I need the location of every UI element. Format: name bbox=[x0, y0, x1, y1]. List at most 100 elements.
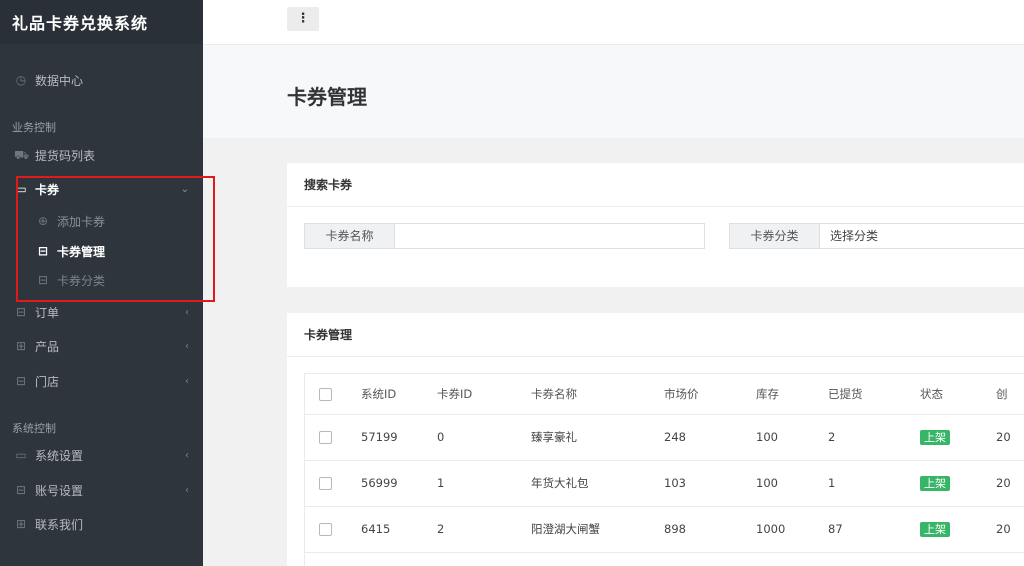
sidebar-item-coupon-category[interactable]: ⊟ 卡券分类 bbox=[0, 265, 203, 295]
cell-picked: 2 bbox=[828, 414, 920, 461]
coupon-name-field: 卡券名称 bbox=[304, 223, 705, 249]
section-system: 系统控制 bbox=[12, 422, 56, 435]
table-row[interactable]: 57199 0 臻享豪礼 248 100 2 上架 20 bbox=[305, 414, 1024, 461]
cell-sys-id: 57199 bbox=[343, 414, 437, 461]
col-picked: 已提货 bbox=[828, 374, 920, 415]
coupon-table-wrapper: 系统ID 卡券ID 卡券名称 市场价 库存 已提货 状态 创 57199 0 臻… bbox=[304, 373, 1024, 566]
sidebar-item-label: 账号设置 bbox=[35, 483, 84, 498]
card-icon: ▭ bbox=[15, 182, 27, 196]
inbox-icon: ⊟ bbox=[15, 374, 27, 388]
gift-icon: ⊞ bbox=[15, 517, 27, 531]
cell-price: 248 bbox=[664, 414, 756, 461]
more-menu-button[interactable]: ⋮ bbox=[287, 7, 319, 31]
col-created: 创 bbox=[996, 374, 1024, 415]
row-checkbox[interactable] bbox=[319, 477, 332, 490]
coupon-category-select[interactable]: 选择分类 bbox=[820, 224, 1024, 248]
cell-card-id: 1 bbox=[437, 460, 531, 507]
cell-price: 898 bbox=[664, 506, 756, 553]
search-panel: 搜索卡券 卡券名称 卡券分类 选择分类 bbox=[287, 163, 1024, 287]
coupon-category-label: 卡券分类 bbox=[730, 224, 820, 248]
cell-created: 20 bbox=[996, 414, 1024, 461]
cell-picked: 1 bbox=[828, 460, 920, 507]
inbox-icon: ⊟ bbox=[37, 244, 49, 258]
coupon-table: 系统ID 卡券ID 卡券名称 市场价 库存 已提货 状态 创 57199 0 臻… bbox=[305, 374, 1024, 553]
sidebar-item-products[interactable]: ⊞ 产品 ‹ bbox=[0, 331, 203, 361]
row-checkbox[interactable] bbox=[319, 431, 332, 444]
col-stock: 库存 bbox=[756, 374, 828, 415]
sidebar-item-label: 系统设置 bbox=[35, 448, 84, 463]
inbox-icon: ⊟ bbox=[37, 273, 49, 287]
app-title: 礼品卡券兑换系统 bbox=[0, 0, 203, 44]
cell-stock: 100 bbox=[756, 460, 828, 507]
inbox-icon: ⊟ bbox=[15, 305, 27, 319]
cell-card-name: 臻享豪礼 bbox=[531, 414, 664, 461]
cell-card-name: 年货大礼包 bbox=[531, 460, 664, 507]
col-price: 市场价 bbox=[664, 374, 756, 415]
coupon-name-input[interactable] bbox=[395, 224, 704, 248]
sidebar-item-label: 卡券分类 bbox=[57, 273, 106, 288]
coupon-name-label: 卡券名称 bbox=[305, 224, 395, 248]
cell-card-id: 0 bbox=[437, 414, 531, 461]
chevron-left-icon: ‹ bbox=[185, 375, 189, 387]
dashboard-icon: ◷ bbox=[15, 73, 27, 87]
sidebar-item-orders[interactable]: ⊟ 订单 ‹ bbox=[0, 297, 203, 327]
coupon-table-panel: 卡券管理 系统ID 卡券ID 卡券名称 市场价 库存 已提货 状态 创 5719… bbox=[287, 313, 1024, 566]
cell-created: 20 bbox=[996, 460, 1024, 507]
table-panel-title: 卡券管理 bbox=[287, 313, 1024, 357]
row-checkbox[interactable] bbox=[319, 523, 332, 536]
sidebar-item-label: 订单 bbox=[35, 305, 60, 320]
sidebar-item-label: 卡券管理 bbox=[57, 244, 106, 259]
sidebar-item-pickup-list[interactable]: ⛟ 提货码列表 bbox=[0, 140, 203, 170]
sidebar-item-contact[interactable]: ⊞ 联系我们 bbox=[0, 509, 203, 539]
card-icon: ▭ bbox=[15, 448, 27, 462]
cell-sys-id: 6415 bbox=[343, 506, 437, 553]
sidebar-item-account-settings[interactable]: ⊟ 账号设置 ‹ bbox=[0, 475, 203, 505]
cart-icon: ⛟ bbox=[14, 148, 30, 162]
sidebar-item-system-settings[interactable]: ▭ 系统设置 ‹ bbox=[0, 440, 203, 470]
sidebar-item-label: 数据中心 bbox=[35, 73, 84, 88]
inbox-icon: ⊟ bbox=[15, 483, 27, 497]
col-card-id: 卡券ID bbox=[437, 374, 531, 415]
chevron-left-icon: ‹ bbox=[185, 449, 189, 461]
sidebar: 礼品卡券兑换系统 ◷ 数据中心 业务控制 ⛟ 提货码列表 ▭ 卡券 ⌄ ⊕ 添加… bbox=[0, 0, 203, 566]
search-panel-title: 搜索卡券 bbox=[287, 163, 1024, 207]
cell-card-id: 2 bbox=[437, 506, 531, 553]
sidebar-item-label: 联系我们 bbox=[35, 517, 84, 532]
cell-sys-id: 56999 bbox=[343, 460, 437, 507]
select-all-checkbox[interactable] bbox=[319, 387, 332, 401]
cell-card-name: 阳澄湖大闸蟹 bbox=[531, 506, 664, 553]
sidebar-item-label: 门店 bbox=[35, 374, 60, 389]
sidebar-item-coupon[interactable]: ▭ 卡券 ⌄ bbox=[0, 174, 203, 204]
status-badge[interactable]: 上架 bbox=[920, 522, 950, 537]
chevron-down-icon: ⌄ bbox=[180, 183, 189, 195]
topbar: ⋮ bbox=[203, 0, 1024, 44]
cell-stock: 1000 bbox=[756, 506, 828, 553]
cell-price: 103 bbox=[664, 460, 756, 507]
page-header: 卡券管理 bbox=[203, 44, 1024, 138]
sidebar-item-label: 卡券 bbox=[35, 182, 60, 197]
page-title: 卡券管理 bbox=[287, 85, 367, 109]
status-badge[interactable]: 上架 bbox=[920, 430, 950, 445]
col-sys-id: 系统ID bbox=[343, 374, 437, 415]
sidebar-item-coupon-add[interactable]: ⊕ 添加卡券 bbox=[0, 206, 203, 236]
sidebar-item-coupon-manage[interactable]: ⊟ 卡券管理 bbox=[0, 236, 203, 266]
status-badge[interactable]: 上架 bbox=[920, 476, 950, 491]
cell-picked: 87 bbox=[828, 506, 920, 553]
col-status: 状态 bbox=[920, 374, 996, 415]
col-card-name: 卡券名称 bbox=[531, 374, 664, 415]
table-header-row: 系统ID 卡券ID 卡券名称 市场价 库存 已提货 状态 创 bbox=[305, 374, 1024, 415]
chevron-left-icon: ‹ bbox=[185, 306, 189, 318]
sidebar-item-label: 提货码列表 bbox=[35, 148, 96, 163]
table-row[interactable]: 6415 2 阳澄湖大闸蟹 898 1000 87 上架 20 bbox=[305, 506, 1024, 553]
cell-created: 20 bbox=[996, 506, 1024, 553]
sidebar-item-stores[interactable]: ⊟ 门店 ‹ bbox=[0, 366, 203, 396]
cell-stock: 100 bbox=[756, 414, 828, 461]
table-row[interactable]: 56999 1 年货大礼包 103 100 1 上架 20 bbox=[305, 460, 1024, 507]
plus-circle-icon: ⊕ bbox=[37, 214, 49, 228]
sidebar-item-dashboard[interactable]: ◷ 数据中心 bbox=[0, 65, 203, 95]
sidebar-item-label: 产品 bbox=[35, 339, 60, 354]
chevron-left-icon: ‹ bbox=[185, 340, 189, 352]
gift-icon: ⊞ bbox=[15, 339, 27, 353]
section-business: 业务控制 bbox=[12, 121, 56, 134]
coupon-category-field: 卡券分类 选择分类 bbox=[729, 223, 1024, 249]
